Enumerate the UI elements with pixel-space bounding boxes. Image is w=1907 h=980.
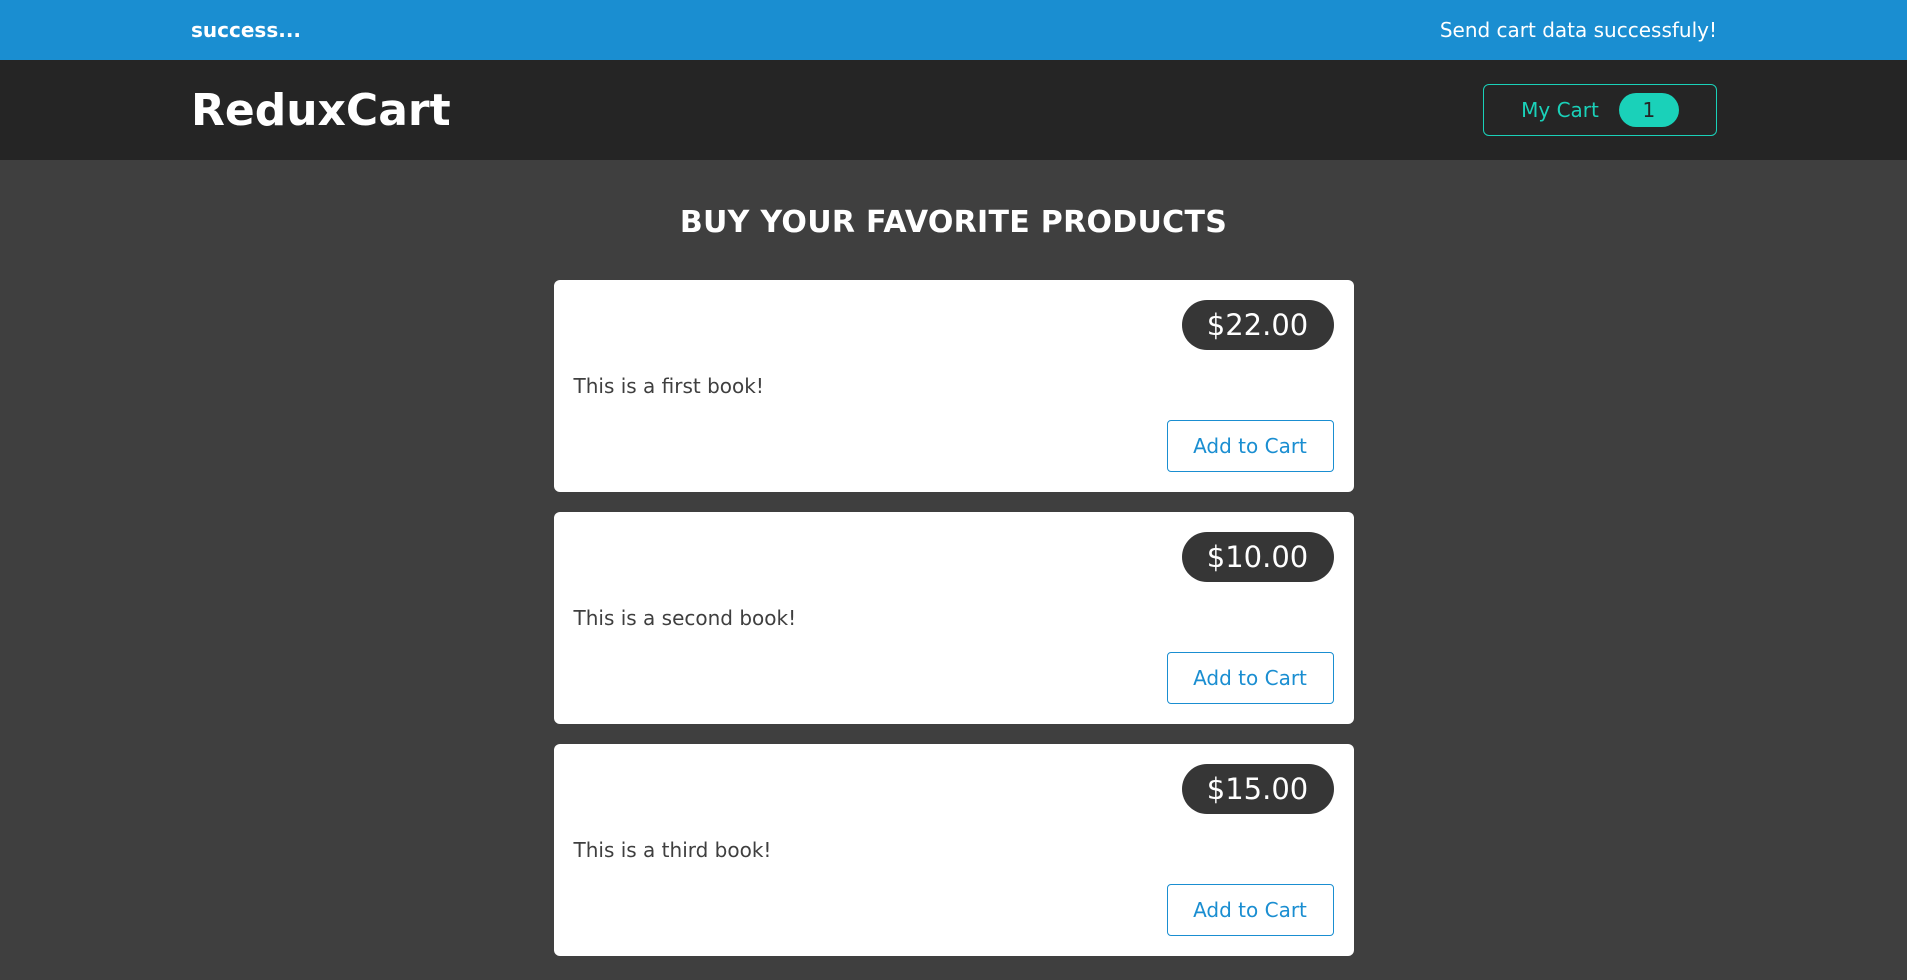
price-badge: $22.00: [1181, 300, 1334, 350]
price-badge: $10.00: [1181, 532, 1334, 582]
notification-message: Send cart data successfuly!: [1439, 18, 1717, 42]
product-description: This is a third book!: [573, 838, 772, 862]
product-card: $22.00 This is a first book! Add to Cart: [553, 280, 1354, 492]
product-description: This is a first book!: [573, 374, 764, 398]
cart-count-badge: 1: [1618, 93, 1679, 127]
app-header: ReduxCart My Cart 1: [0, 60, 1907, 160]
cart-label: My Cart: [1521, 98, 1599, 122]
brand-title: ReduxCart: [191, 84, 451, 136]
page-title: BUY YOUR FAVORITE PRODUCTS: [679, 205, 1228, 240]
my-cart-button[interactable]: My Cart 1: [1483, 84, 1717, 136]
add-to-cart-button[interactable]: Add to Cart: [1166, 884, 1334, 936]
product-card: $15.00 This is a third book! Add to Cart: [553, 744, 1354, 956]
notification-status: success...: [191, 18, 302, 42]
product-description: This is a second book!: [573, 606, 797, 630]
add-to-cart-button[interactable]: Add to Cart: [1166, 652, 1334, 704]
products-section: BUY YOUR FAVORITE PRODUCTS $22.00 This i…: [553, 205, 1354, 956]
add-to-cart-button[interactable]: Add to Cart: [1166, 420, 1334, 472]
price-badge: $15.00: [1181, 764, 1334, 814]
product-card: $10.00 This is a second book! Add to Car…: [553, 512, 1354, 724]
notification-bar: success... Send cart data successfuly!: [0, 0, 1907, 60]
